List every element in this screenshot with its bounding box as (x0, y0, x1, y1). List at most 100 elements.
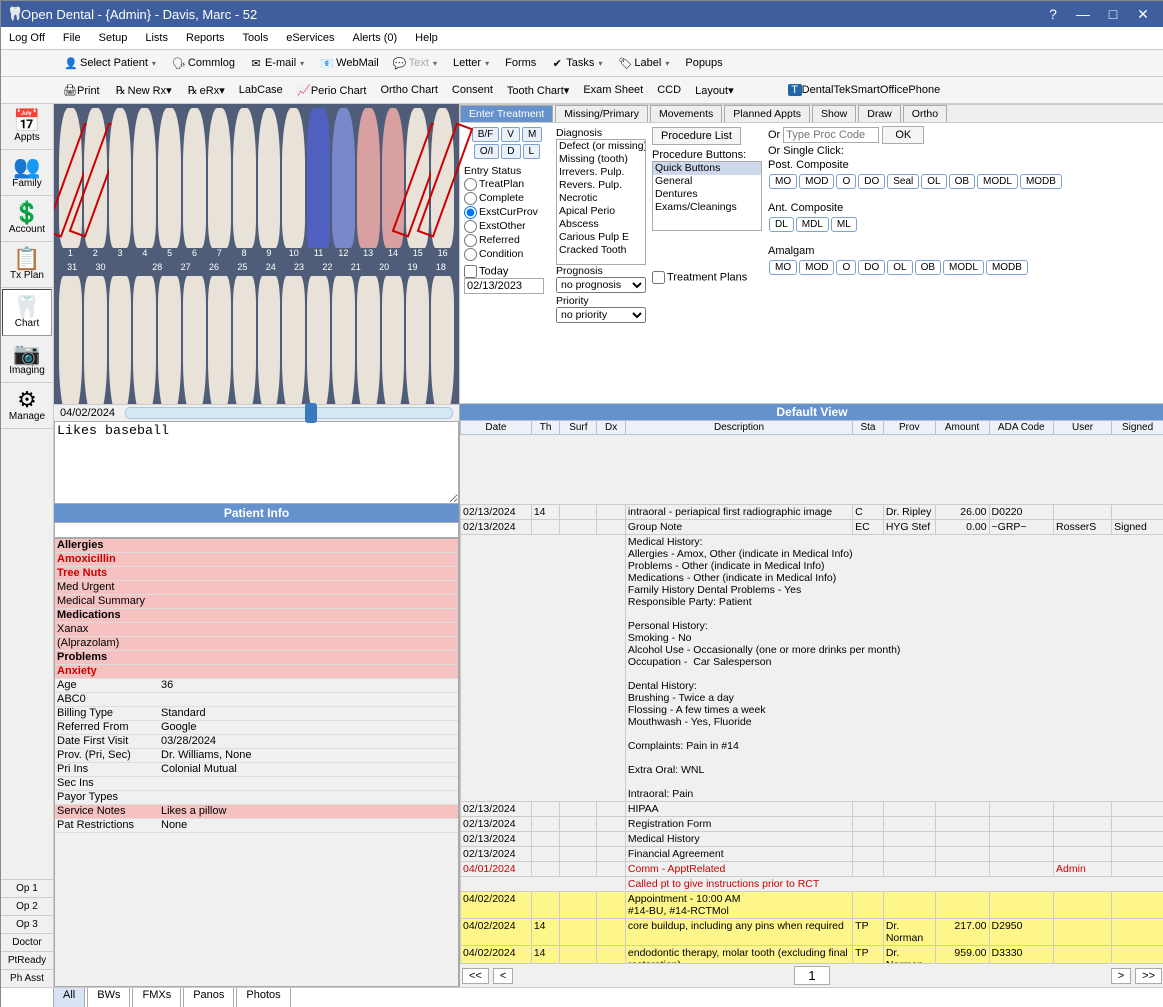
proc-mod[interactable]: MOD (799, 174, 834, 189)
tx-date-input[interactable] (464, 278, 544, 294)
surf-v[interactable]: V (501, 127, 520, 142)
proc-o[interactable]: O (836, 174, 856, 189)
priority-select[interactable]: no priority (556, 307, 646, 323)
pi-row[interactable]: ABC0 (55, 693, 458, 707)
op-op-2[interactable]: Op 2 (1, 897, 53, 915)
op-op-1[interactable]: Op 1 (1, 879, 53, 897)
tab-ortho[interactable]: Ortho (903, 105, 947, 122)
proc-o[interactable]: O (836, 260, 856, 275)
tb-commlog[interactable]: 🗣Commlog (167, 56, 240, 71)
minimize-icon[interactable]: — (1068, 6, 1098, 22)
tooth-29[interactable] (133, 276, 156, 404)
nav-first-button[interactable]: << (462, 968, 489, 984)
procedure-buttons-list[interactable]: Quick ButtonsGeneralDenturesExams/Cleani… (652, 161, 762, 231)
table-row[interactable]: 02/13/2024Financial Agreement (461, 847, 1163, 862)
help-icon[interactable]: ? (1038, 6, 1068, 22)
tb-label[interactable]: 🏷Label▾ (613, 56, 676, 71)
op-ptready[interactable]: PtReady (1, 951, 53, 969)
menu-tools[interactable]: Tools (243, 32, 269, 44)
ftab-panos[interactable]: Panos (183, 988, 234, 1007)
tooth-23[interactable] (282, 276, 305, 404)
tab-movements[interactable]: Movements (650, 105, 722, 122)
tooth-32[interactable] (59, 276, 82, 404)
nav-tx plan[interactable]: 📋Tx Plan (1, 242, 53, 288)
tb-e-mail[interactable]: ✉E-mail▾ (244, 56, 311, 71)
pi-row[interactable]: (Alprazolam) (55, 637, 458, 651)
treatment-plans-checkbox[interactable]: Treatment Plans (652, 271, 762, 284)
nav-family[interactable]: 👥Family (1, 150, 53, 196)
ftab-photos[interactable]: Photos (236, 988, 290, 1007)
patient-note[interactable]: Likes baseball (54, 421, 459, 504)
tooth-20[interactable] (357, 276, 380, 404)
pi-row[interactable]: Sec Ins (55, 777, 458, 791)
maximize-icon[interactable]: □ (1098, 6, 1128, 22)
proc-ob[interactable]: OB (949, 174, 975, 189)
proc-code-input[interactable] (783, 127, 879, 143)
table-row[interactable]: 02/13/2024Registration Form (461, 817, 1163, 832)
pi-row[interactable]: Xanax (55, 623, 458, 637)
tooth-28[interactable] (158, 276, 181, 404)
tb-forms[interactable]: Forms (500, 56, 541, 70)
nav-chart[interactable]: 🦷Chart (2, 289, 52, 336)
page-input[interactable] (794, 966, 830, 985)
tooth-11[interactable] (307, 108, 330, 248)
pi-row[interactable]: Prov. (Pri, Sec)Dr. Williams, None (55, 749, 458, 763)
nav-last-button[interactable]: >> (1135, 968, 1162, 984)
table-row[interactable]: 02/13/202414intraoral - periapical first… (461, 505, 1163, 520)
tooth-17[interactable] (431, 276, 454, 404)
surf-oi[interactable]: O/I (474, 144, 499, 159)
pi-row[interactable]: Pat RestrictionsNone (55, 819, 458, 833)
proc-modl[interactable]: MODL (977, 174, 1018, 189)
tooth-26[interactable] (208, 276, 231, 404)
tooth-24[interactable] (258, 276, 281, 404)
status-exstother[interactable]: ExstOther (464, 219, 550, 233)
surf-m[interactable]: M (522, 127, 542, 142)
table-row[interactable]: 04/02/2024Appointment - 10:00 AM#14-BU, … (461, 892, 1163, 919)
tooth-8[interactable] (233, 108, 256, 248)
tooth-27[interactable] (183, 276, 206, 404)
status-condition[interactable]: Condition (464, 247, 550, 261)
proc-seal[interactable]: Seal (887, 174, 919, 189)
proc-modb[interactable]: MODB (986, 260, 1028, 275)
op-ph-asst[interactable]: Ph Asst (1, 969, 53, 987)
tooth-30[interactable] (109, 276, 132, 404)
tooth-chart[interactable]: 12345678910111213141516 3130282726252423… (54, 104, 459, 404)
op-op-3[interactable]: Op 3 (1, 915, 53, 933)
tab-show[interactable]: Show (812, 105, 856, 122)
tooth-4[interactable] (133, 108, 156, 248)
tooth-2[interactable] (84, 108, 107, 248)
tooth-12[interactable] (332, 108, 355, 248)
tooth-10[interactable] (282, 108, 305, 248)
tooth-18[interactable] (406, 276, 429, 404)
today-checkbox[interactable]: Today (464, 265, 508, 278)
proc-modl[interactable]: MODL (943, 260, 984, 275)
tab-enter-treatment[interactable]: Enter Treatment (460, 105, 553, 122)
patient-info-grid[interactable]: AllergiesAmoxicillinTree NutsMed UrgentM… (54, 538, 459, 987)
pi-row[interactable]: Pri InsColonial Mutual (55, 763, 458, 777)
pi-row[interactable]: Problems (55, 651, 458, 665)
pi-row[interactable]: Tree Nuts (55, 567, 458, 581)
pi-row[interactable]: Anxiety (55, 665, 458, 679)
tb-letter[interactable]: Letter▾ (448, 56, 496, 70)
tb-print[interactable]: 🖨Print (59, 84, 104, 97)
tb-select-patient[interactable]: 👤Select Patient▾ (59, 56, 163, 71)
proc-mo[interactable]: MO (769, 174, 797, 189)
nav-appts[interactable]: 📅Appts (1, 104, 53, 150)
tb-ccd[interactable]: CCD (653, 84, 685, 96)
tooth-3[interactable] (109, 108, 132, 248)
nav-imaging[interactable]: 📷Imaging (1, 337, 53, 383)
tooth-19[interactable] (382, 276, 405, 404)
nav-manage[interactable]: ⚙Manage (1, 383, 53, 429)
status-treatplan[interactable]: TreatPlan (464, 177, 550, 191)
surf-bf[interactable]: B/F (472, 127, 500, 142)
ftab-bws[interactable]: BWs (87, 988, 130, 1007)
tab-draw[interactable]: Draw (858, 105, 901, 122)
proc-ml[interactable]: ML (831, 217, 857, 232)
tb-text[interactable]: 💬Text▾ (388, 56, 444, 71)
table-row[interactable]: 04/02/202414endodontic therapy, molar to… (461, 946, 1163, 964)
proc-modb[interactable]: MODB (1020, 174, 1062, 189)
surf-d[interactable]: D (501, 144, 520, 159)
nav-next-button[interactable]: > (1111, 968, 1131, 984)
progress-notes-table[interactable]: 02/13/202414intraoral - periapical first… (460, 504, 1163, 963)
table-row[interactable]: 04/01/2024Comm - ApptRelatedAdmin (461, 862, 1163, 877)
